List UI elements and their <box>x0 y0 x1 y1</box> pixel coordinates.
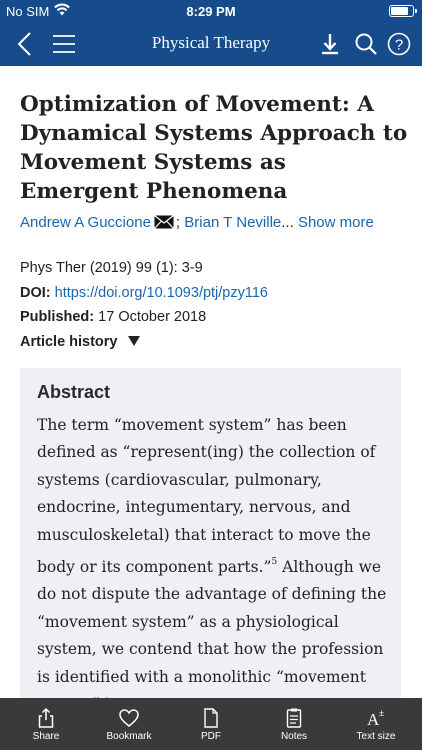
share-button[interactable]: Share <box>4 698 88 750</box>
author-list: Andrew A Guccione; Brian T Neville... Sh… <box>20 214 374 233</box>
pdf-label: PDF <box>201 731 221 742</box>
status-bar: No SIM 8:29 PM <box>0 0 422 22</box>
status-time: 8:29 PM <box>186 4 236 19</box>
document-icon <box>201 707 221 729</box>
article-history-label: Article history <box>20 334 118 350</box>
published-label: Published: <box>20 309 95 325</box>
help-icon[interactable]: ? <box>386 30 414 58</box>
notes-button[interactable]: Notes <box>252 698 336 750</box>
bottom-toolbar: Share Bookmark PDF Notes A ± Text size <box>0 698 422 750</box>
text-size-button[interactable]: A ± Text size <box>334 698 418 750</box>
published-line: Published: 17 October 2018 <box>20 309 206 325</box>
share-label: Share <box>32 731 60 742</box>
share-icon <box>36 707 56 729</box>
article-history-toggle[interactable]: Article history <box>20 334 140 350</box>
nav-bar: Physical Therapy ? <box>0 22 422 66</box>
text-size-label: Text size <box>356 731 396 742</box>
article-title: Optimization of Movement: A Dynamical Sy… <box>20 92 408 204</box>
abstract-text-part-2: Although we do not dispute the advantage… <box>37 558 387 698</box>
author-link[interactable]: Brian T Neville <box>184 214 281 231</box>
abstract-text: The term “movement system” has been defi… <box>37 412 387 698</box>
heart-icon <box>119 707 139 729</box>
abstract-heading: Abstract <box>37 382 111 402</box>
author-ellipsis: ... <box>281 214 294 231</box>
battery-icon <box>389 5 417 17</box>
svg-text:?: ? <box>395 37 403 54</box>
search-icon[interactable] <box>352 30 380 58</box>
abstract-text-part-1: The term “movement system” has been defi… <box>37 416 376 577</box>
abstract-section: Abstract The term “movement system” has … <box>20 368 401 698</box>
svg-text:±: ± <box>379 708 384 718</box>
published-date: 17 October 2018 <box>98 309 207 325</box>
show-more-link[interactable]: Show more <box>298 214 374 231</box>
pdf-button[interactable]: PDF <box>169 698 253 750</box>
bookmark-label: Bookmark <box>106 731 152 742</box>
article-content: Optimization of Movement: A Dynamical Sy… <box>0 66 422 698</box>
email-icon[interactable] <box>153 215 174 233</box>
doi-label: DOI: <box>20 285 51 301</box>
top-bar: No SIM 8:29 PM Physical Therapy ? <box>0 0 422 66</box>
notes-label: Notes <box>280 731 308 742</box>
author-link[interactable]: Andrew A Guccione <box>20 214 151 231</box>
author-separator: ; <box>175 214 181 231</box>
battery-fill <box>391 7 408 15</box>
citation: Phys Ther (2019) 99 (1): 3-9 <box>20 260 203 276</box>
doi-link[interactable]: https://doi.org/10.1093/ptj/pzy116 <box>55 285 268 301</box>
text-size-icon: A ± <box>366 707 386 729</box>
notes-icon <box>284 707 304 729</box>
bookmark-button[interactable]: Bookmark <box>87 698 171 750</box>
triangle-down-icon <box>127 334 140 350</box>
doi-line: DOI: https://doi.org/10.1093/ptj/pzy116 <box>20 285 268 301</box>
download-icon[interactable] <box>318 30 346 58</box>
